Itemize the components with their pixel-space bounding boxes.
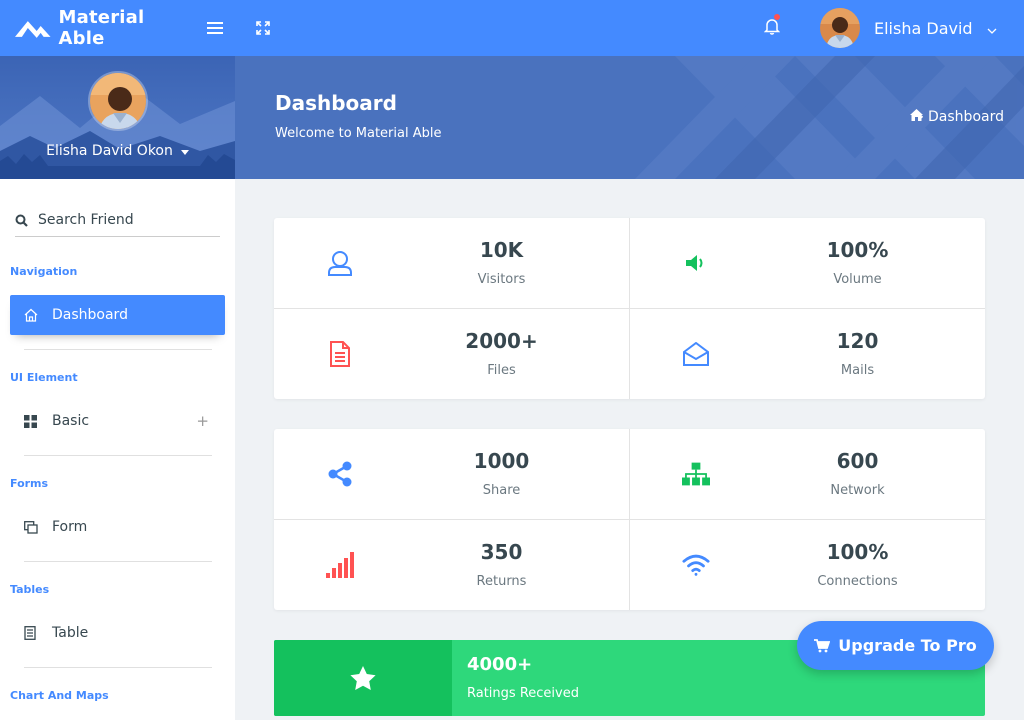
sidebar-item-label: Form bbox=[52, 519, 88, 535]
stat-label: Returns bbox=[476, 574, 527, 589]
hamburger-icon bbox=[207, 22, 223, 34]
stat-label: Network bbox=[830, 483, 885, 498]
stat-value: 2000+ bbox=[465, 329, 538, 353]
stat-value: 1000 bbox=[473, 449, 530, 473]
table-icon bbox=[24, 626, 40, 640]
chevron-down-icon bbox=[987, 19, 997, 38]
notification-dot bbox=[774, 14, 780, 20]
sidebar-profile: Elisha David Okon bbox=[0, 56, 235, 179]
volume-icon bbox=[682, 248, 710, 278]
home-icon bbox=[24, 308, 40, 322]
divider bbox=[24, 349, 212, 350]
stat-value: 100% bbox=[826, 540, 889, 564]
stat-label: Connections bbox=[817, 574, 898, 589]
stat-volume: 100% Volume bbox=[630, 218, 985, 308]
stat-value: 100% bbox=[826, 238, 889, 262]
nav-caption-tables: Tables bbox=[10, 583, 50, 596]
sidebar-item-form[interactable]: Form bbox=[10, 507, 225, 547]
avatar bbox=[820, 8, 860, 48]
user-name: Elisha David bbox=[874, 18, 973, 38]
share-icon bbox=[326, 459, 354, 489]
stat-mails: 120 Mails bbox=[630, 309, 985, 399]
menu-toggle-button[interactable] bbox=[203, 16, 227, 40]
divider bbox=[24, 667, 212, 668]
stat-value: 10K bbox=[479, 238, 524, 262]
sidebar: Elisha David Okon Search Friend Navigati… bbox=[0, 56, 235, 720]
stats-card: 1000 Share 600 Network 350 Returns 100% … bbox=[274, 429, 985, 610]
file-icon bbox=[326, 339, 354, 369]
divider bbox=[274, 519, 985, 520]
breadcrumb-current[interactable]: Dashboard bbox=[928, 109, 1004, 125]
fullscreen-button[interactable] bbox=[251, 16, 275, 40]
nav-caption-navigation: Navigation bbox=[10, 265, 78, 278]
ratings-label: Ratings Received bbox=[467, 686, 579, 701]
user-icon bbox=[326, 248, 354, 278]
profile-avatar[interactable] bbox=[88, 71, 148, 131]
upgrade-label: Upgrade To Pro bbox=[838, 636, 977, 655]
ratings-value: 4000+ bbox=[467, 654, 533, 675]
stat-label: Mails bbox=[840, 363, 875, 378]
sidebar-item-basic[interactable]: Basic + bbox=[10, 401, 225, 441]
signal-icon bbox=[326, 550, 354, 580]
sidebar-item-dashboard[interactable]: Dashboard bbox=[10, 295, 225, 335]
stat-value: 600 bbox=[836, 449, 879, 473]
sidebar-item-label: Basic bbox=[52, 413, 90, 429]
divider bbox=[24, 455, 212, 456]
search-placeholder: Search Friend bbox=[38, 212, 134, 228]
user-menu[interactable]: Elisha David bbox=[820, 8, 997, 48]
stat-label: Volume bbox=[833, 272, 882, 287]
nav-caption-chart-and-maps: Chart And Maps bbox=[10, 689, 109, 702]
grid-icon bbox=[24, 414, 40, 428]
page-header: Dashboard Welcome to Material Able › Das… bbox=[235, 56, 1024, 179]
stat-value: 120 bbox=[836, 329, 879, 353]
stat-label: Share bbox=[482, 483, 521, 498]
logo-icon bbox=[15, 21, 51, 38]
sidebar-item-label: Table bbox=[52, 625, 89, 641]
stat-returns: 350 Returns bbox=[274, 520, 629, 610]
header-pattern bbox=[635, 56, 1024, 179]
stat-share: 1000 Share bbox=[274, 429, 629, 519]
stat-files: 2000+ Files bbox=[274, 309, 629, 399]
page-subtitle: Welcome to Material Able bbox=[275, 126, 442, 141]
search-icon bbox=[15, 214, 28, 227]
stat-label: Visitors bbox=[477, 272, 526, 287]
form-icon bbox=[24, 520, 40, 534]
mail-open-icon bbox=[682, 339, 710, 369]
breadcrumb: › Dashboard bbox=[910, 109, 1004, 125]
stats-card: 10K Visitors 100% Volume 2000+ Files 120… bbox=[274, 218, 985, 399]
brand-logo[interactable]: Material Able bbox=[15, 7, 195, 49]
page-title: Dashboard bbox=[275, 91, 397, 115]
caret-down-icon bbox=[180, 143, 189, 159]
divider bbox=[274, 308, 985, 309]
sitemap-icon bbox=[682, 459, 710, 489]
wifi-icon bbox=[682, 550, 710, 580]
search-friend-field[interactable]: Search Friend bbox=[15, 204, 220, 237]
stat-label: Files bbox=[487, 363, 516, 378]
stat-network: 600 Network bbox=[630, 429, 985, 519]
stat-visitors: 10K Visitors bbox=[274, 218, 629, 308]
sidebar-item-label: Dashboard bbox=[52, 307, 128, 323]
fullscreen-icon bbox=[256, 21, 270, 35]
profile-name: Elisha David Okon bbox=[46, 143, 173, 159]
brand-name: Material Able bbox=[58, 7, 145, 49]
cart-icon bbox=[814, 638, 831, 653]
upgrade-to-pro-button[interactable]: Upgrade To Pro bbox=[797, 621, 994, 670]
divider bbox=[24, 561, 212, 562]
stat-connections: 100% Connections bbox=[630, 520, 985, 610]
star-icon bbox=[274, 640, 452, 716]
nav-caption-ui-element: UI Element bbox=[10, 371, 78, 384]
profile-name-toggle[interactable]: Elisha David Okon bbox=[0, 143, 235, 159]
plus-icon: + bbox=[196, 412, 209, 430]
sidebar-item-table[interactable]: Table bbox=[10, 613, 225, 653]
top-navbar: Material Able Elisha David bbox=[0, 0, 1024, 56]
nav-caption-forms: Forms bbox=[10, 477, 49, 490]
stat-value: 350 bbox=[480, 540, 523, 564]
notifications-button[interactable] bbox=[763, 14, 781, 39]
